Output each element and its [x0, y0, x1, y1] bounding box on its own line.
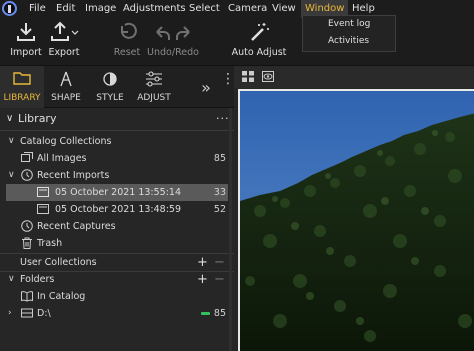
in-catalog-label: In Catalog: [37, 291, 86, 302]
undo-redo-label: Undo/Redo: [147, 47, 199, 58]
shape-icon: [46, 66, 86, 92]
tab-style-label: STYLE: [96, 93, 124, 103]
all-images-item[interactable]: All Images 85: [0, 150, 234, 167]
panel-menu-icon[interactable]: ⋮: [221, 72, 235, 86]
auto-adjust-label: Auto Adjust: [231, 47, 287, 58]
menu-bar: File Edit Image Adjustments Select Camer…: [0, 0, 474, 18]
tab-library[interactable]: LIBRARY: [0, 66, 44, 108]
import-item-2-label: 05 October 2021 13:48:59: [55, 204, 182, 215]
drive-item[interactable]: › D:\ 85: [0, 305, 234, 322]
collapse-chevron-icon: ∨: [8, 274, 15, 284]
tab-adjust-label: ADJUST: [137, 93, 171, 103]
add-folder-icon[interactable]: +: [197, 271, 208, 288]
drive-label: D:\: [37, 308, 51, 319]
import-button[interactable]: Import: [8, 20, 44, 59]
trash-icon: [22, 237, 32, 249]
import-icon: [8, 20, 44, 46]
import-item-2[interactable]: 05 October 2021 13:48:59 52: [0, 201, 234, 218]
remove-folder-icon[interactable]: −: [214, 271, 225, 288]
menu-camera[interactable]: Camera: [224, 0, 271, 18]
viewer-eye-icon[interactable]: [262, 71, 274, 82]
catalog-collections-label: Catalog Collections: [20, 136, 112, 147]
import-item-1-count: 33: [213, 187, 226, 198]
book-icon: [21, 291, 33, 302]
folders-label: Folders: [20, 274, 55, 285]
tab-shape-label: SHAPE: [51, 93, 81, 103]
more-tabs-icon[interactable]: »: [198, 78, 214, 97]
tab-style[interactable]: STYLE: [90, 66, 130, 108]
library-header[interactable]: ∨ Library ···: [0, 108, 234, 130]
clock-icon: [21, 169, 33, 181]
recent-imports-header[interactable]: ∨ Recent Imports: [0, 167, 234, 184]
library-menu-icon[interactable]: ···: [216, 108, 230, 130]
drive-icon: [21, 308, 33, 318]
panel-scrollbar[interactable]: [229, 108, 232, 351]
import-item-2-count: 52: [213, 204, 226, 215]
menu-image[interactable]: Image: [81, 0, 120, 18]
tab-library-label: LIBRARY: [3, 93, 41, 103]
photo-preview[interactable]: [238, 89, 474, 351]
trash-label: Trash: [37, 238, 63, 249]
auto-adjust-button[interactable]: Auto Adjust: [231, 20, 287, 59]
style-icon: [90, 66, 130, 92]
add-collection-icon[interactable]: +: [197, 254, 208, 271]
library-panel: LIBRARY SHAPE STYLE ADJUST » ⋮ ∨ Library…: [0, 66, 235, 351]
toolbar: Import Export Reset Undo/Redo Auto Adjus…: [0, 18, 474, 66]
folder-icon: [0, 66, 44, 92]
menu-edit[interactable]: Edit: [52, 0, 79, 18]
menu-item-event-log[interactable]: Event log: [303, 16, 395, 33]
menu-adjustments[interactable]: Adjustments: [119, 0, 190, 18]
all-images-count: 85: [213, 153, 226, 164]
undo-redo-button[interactable]: Undo/Redo: [146, 20, 200, 59]
expand-chevron-icon: ›: [8, 308, 12, 318]
recent-captures-item[interactable]: Recent Captures: [0, 218, 234, 235]
app-logo-icon[interactable]: [2, 1, 17, 16]
user-collections-label: User Collections: [20, 257, 97, 268]
export-icon: [46, 20, 82, 46]
remove-collection-icon[interactable]: −: [214, 254, 225, 271]
magic-wand-icon: [231, 20, 287, 46]
collection-icon: [37, 187, 49, 197]
import-item-1[interactable]: 05 October 2021 13:55:14 33: [6, 184, 228, 201]
reset-label: Reset: [113, 47, 141, 58]
divider: [0, 130, 234, 131]
tab-shape[interactable]: SHAPE: [46, 66, 86, 108]
library-title: Library: [18, 112, 57, 125]
catalog-collections-header[interactable]: ∨ Catalog Collections: [0, 133, 234, 150]
reset-icon: [111, 20, 143, 46]
all-images-label: All Images: [37, 153, 87, 164]
tab-adjust[interactable]: ADJUST: [133, 66, 175, 108]
tool-tabs: LIBRARY SHAPE STYLE ADJUST » ⋮: [0, 66, 235, 108]
images-icon: [21, 152, 33, 162]
collapse-chevron-icon: ∨: [6, 113, 14, 124]
import-label: Import: [10, 47, 42, 58]
undo-redo-icon: [146, 20, 200, 46]
trash-item[interactable]: Trash: [0, 235, 234, 252]
sliders-icon: [133, 66, 175, 92]
in-catalog-item[interactable]: In Catalog: [0, 288, 234, 305]
recent-imports-label: Recent Imports: [37, 170, 110, 181]
grid-view-icon[interactable]: [242, 71, 254, 82]
folders-header[interactable]: ∨ Folders + −: [0, 271, 234, 288]
reset-button[interactable]: Reset: [111, 20, 143, 59]
drive-count: 85: [213, 308, 226, 319]
export-label: Export: [48, 47, 80, 58]
collection-icon: [37, 204, 49, 214]
clock-icon: [21, 220, 33, 232]
menu-file[interactable]: File: [25, 0, 50, 18]
export-button[interactable]: Export: [46, 20, 82, 59]
menu-select[interactable]: Select: [185, 0, 224, 18]
import-item-1-label: 05 October 2021 13:55:14: [55, 187, 182, 198]
drive-online-indicator: [201, 312, 210, 315]
recent-captures-label: Recent Captures: [37, 221, 116, 232]
collapse-chevron-icon: ∨: [8, 136, 15, 146]
forest-hillside-image: [240, 91, 474, 351]
menu-item-activities[interactable]: Activities: [303, 33, 395, 50]
user-collections-header[interactable]: User Collections + −: [0, 254, 234, 271]
collapse-chevron-icon: ∨: [8, 170, 15, 180]
image-viewer: [234, 66, 474, 351]
menu-view[interactable]: View: [268, 0, 300, 18]
window-menu-dropdown: Event log Activities: [302, 15, 396, 52]
viewer-toolbar: [234, 66, 474, 88]
